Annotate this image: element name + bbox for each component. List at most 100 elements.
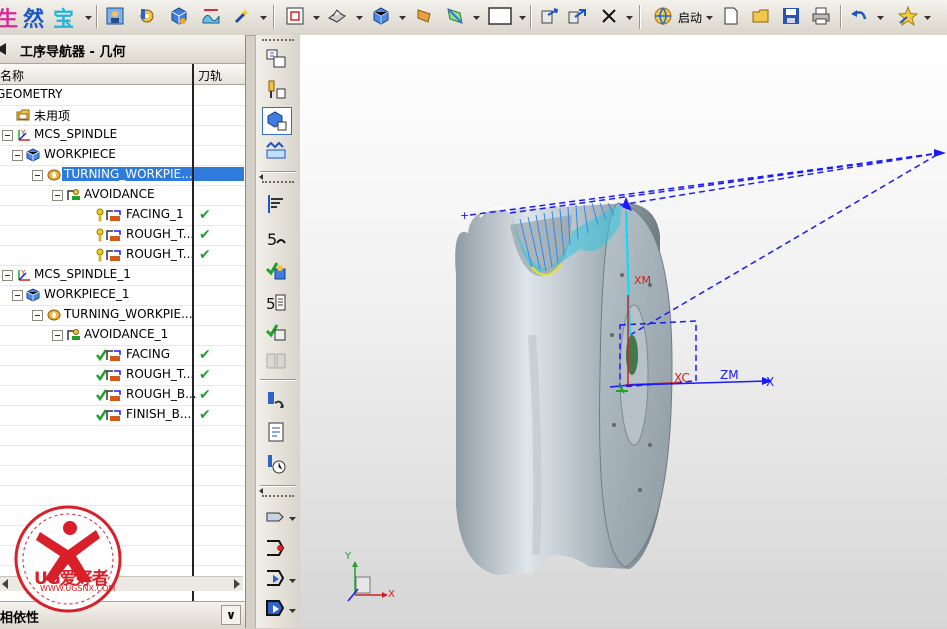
collapse-toggle-icon[interactable]: [12, 290, 23, 301]
zoom-fit-icon[interactable]: [284, 4, 306, 28]
tool-path-arrow-icon[interactable]: [262, 535, 290, 561]
create-method-icon[interactable]: [262, 137, 290, 163]
new-doc-icon[interactable]: [720, 4, 742, 28]
chevron-down-icon[interactable]: [85, 10, 92, 20]
paint-icon[interactable]: [414, 4, 436, 28]
gear-icon[interactable]: [136, 4, 158, 28]
tree-row[interactable]: GEOMETRY: [0, 85, 245, 106]
view-cube-icon[interactable]: [370, 4, 392, 28]
tree-row[interactable]: 未用项: [0, 105, 245, 126]
output-cls-icon[interactable]: [262, 387, 290, 413]
chevron-down-icon[interactable]: [289, 511, 296, 521]
toolbar-separator: [260, 485, 296, 486]
collapse-toggle-icon[interactable]: [2, 270, 13, 281]
collapse-toggle-icon[interactable]: [52, 190, 63, 201]
tree-row[interactable]: ROUGH_T... ✔: [0, 365, 245, 386]
save-icon[interactable]: [780, 4, 802, 28]
cube-icon[interactable]: [168, 4, 190, 28]
chevron-down-icon[interactable]: [626, 10, 633, 20]
print-icon[interactable]: [810, 4, 832, 28]
tree-row[interactable]: Y MCS_SPINDLE: [0, 125, 245, 146]
create-operation-icon[interactable]: [262, 191, 290, 217]
scroll-left-icon[interactable]: [2, 579, 8, 589]
column-name-header[interactable]: 名称: [0, 67, 24, 84]
surface-icon[interactable]: [200, 4, 222, 28]
tree-row[interactable]: AVOIDANCE_1: [0, 325, 245, 346]
wizard-icon[interactable]: [232, 4, 254, 28]
verify-toolpath-icon[interactable]: [262, 257, 290, 283]
frame-icon[interactable]: [487, 4, 513, 28]
expand-chevron-icon[interactable]: ∨: [221, 605, 241, 625]
tree-row-label: FACING_1: [126, 207, 184, 221]
star-icon[interactable]: [897, 4, 919, 28]
undo-icon[interactable]: [848, 4, 870, 28]
tree-row[interactable]: FINISH_B... ✔: [0, 405, 245, 426]
globe-icon[interactable]: [652, 4, 674, 28]
collapse-toggle-icon[interactable]: [32, 310, 43, 321]
chevron-down-icon[interactable]: [399, 10, 406, 20]
toolbar-grip[interactable]: [262, 495, 294, 499]
chevron-down-icon[interactable]: [473, 10, 480, 20]
chevron-left-icon[interactable]: [259, 483, 264, 494]
tree-row[interactable]: AVOIDANCE: [0, 185, 245, 206]
plane-icon[interactable]: [444, 4, 466, 28]
document-icon[interactable]: [262, 419, 290, 445]
chevron-down-icon[interactable]: [313, 10, 320, 20]
user-icon[interactable]: [104, 4, 126, 28]
triad-y-label: Y: [345, 551, 352, 562]
tree-row[interactable]: ROUGH_T... ✔: [0, 225, 245, 246]
collapse-toggle-icon[interactable]: [32, 170, 43, 181]
create-tool-icon[interactable]: [262, 77, 290, 103]
tree-row[interactable]: FACING ✔: [0, 345, 245, 366]
graphics-viewport[interactable]: + XM XC ZM X Y X: [300, 35, 947, 628]
tree-row-label: ROUGH_T...: [126, 247, 195, 261]
chevron-down-icon[interactable]: [260, 10, 267, 20]
tool-path-blue-icon[interactable]: [262, 595, 290, 621]
tool-path-play-icon[interactable]: [262, 565, 290, 591]
collapse-toggle-icon[interactable]: [2, 130, 13, 141]
collapse-toggle-icon[interactable]: [52, 330, 63, 341]
collapse-toggle-icon[interactable]: [12, 150, 23, 161]
chevron-left-icon[interactable]: [259, 169, 264, 180]
chevron-down-icon[interactable]: [356, 10, 363, 20]
part-model-graphic[interactable]: +: [300, 35, 947, 628]
create-program-icon[interactable]: [262, 45, 290, 71]
tree-row[interactable]: TURNING_WORKPIE...: [0, 305, 245, 326]
main-toolbar: 生 然 宝 启动: [0, 0, 947, 36]
chevron-down-icon[interactable]: [877, 10, 884, 20]
svg-text:Y: Y: [20, 129, 26, 137]
move-multi-icon[interactable]: [566, 4, 588, 28]
start-menu-button[interactable]: 启动: [678, 9, 702, 26]
shading-icon[interactable]: [326, 4, 348, 28]
list-toolpath-icon[interactable]: 5: [262, 289, 290, 315]
folder-icon: [16, 108, 30, 125]
tool-holder-icon[interactable]: [262, 503, 290, 529]
chevron-down-icon[interactable]: [924, 10, 931, 20]
tree-row[interactable]: ROUGH_B... ✔: [0, 385, 245, 406]
view-triad: [347, 561, 388, 602]
chevron-down-icon[interactable]: [289, 573, 296, 583]
chevron-down-icon[interactable]: [706, 10, 713, 20]
tree-row[interactable]: Y MCS_SPINDLE_1: [0, 265, 245, 286]
toolbar-grip[interactable]: [262, 39, 294, 43]
tree-row[interactable]: FACING_1 ✔: [0, 205, 245, 226]
tree-row[interactable]: WORKPIECE_1: [0, 285, 245, 306]
open-folder-icon[interactable]: [750, 4, 772, 28]
toolbar-grip[interactable]: [262, 181, 294, 185]
brand-char-1: 生: [0, 6, 18, 31]
generate-toolpath-icon[interactable]: 5: [262, 225, 290, 251]
chevron-down-icon[interactable]: [289, 603, 296, 613]
column-toolpath-header[interactable]: 刀轨: [198, 67, 222, 84]
machining-time-icon[interactable]: [262, 451, 290, 477]
postprocess-icon[interactable]: [262, 319, 290, 345]
tree-row[interactable]: ROUGH_T... ✔: [0, 245, 245, 266]
scroll-right-icon[interactable]: [234, 579, 240, 589]
move-icon[interactable]: [538, 4, 560, 28]
tree-row-label: GEOMETRY: [0, 87, 63, 101]
tree-row[interactable]: TURNING_WORKPIE...: [0, 165, 245, 186]
toolpath-ok-icon: ✔: [199, 247, 211, 263]
close-x-icon[interactable]: [598, 4, 620, 28]
chevron-down-icon[interactable]: [519, 10, 526, 20]
tree-row[interactable]: WORKPIECE: [0, 145, 245, 166]
create-geometry-icon[interactable]: [262, 107, 292, 135]
